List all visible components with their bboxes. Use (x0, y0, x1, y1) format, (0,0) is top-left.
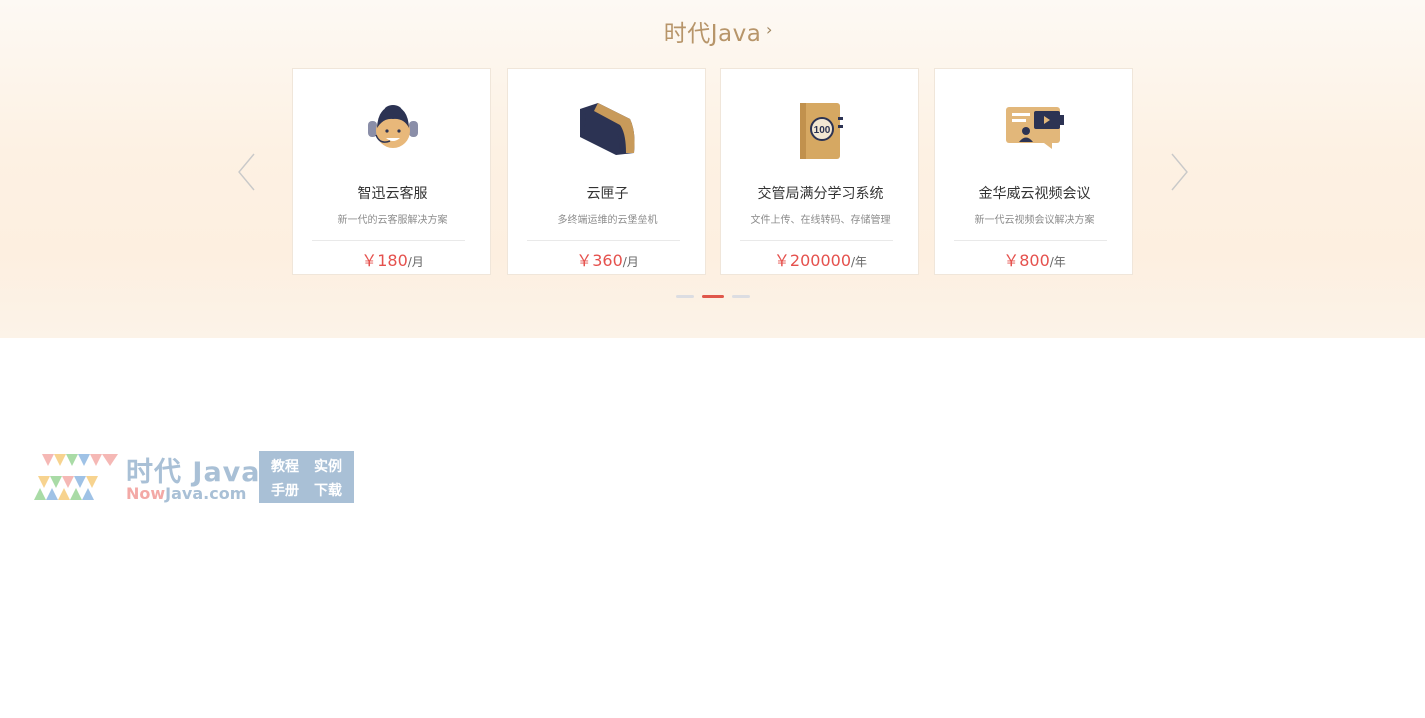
site-watermark: 时代 Java NowJava.com 教程 实例 手册 下载 (30, 451, 360, 504)
watermark-domain: NowJava.com (126, 484, 246, 503)
card-divider (740, 240, 893, 241)
carousel-next-button[interactable] (1168, 152, 1190, 192)
watermark-tag: 教程 (271, 459, 299, 475)
svg-text:100: 100 (813, 125, 830, 136)
video-conference-icon (935, 101, 1134, 163)
carousel-prev-button[interactable] (236, 152, 258, 192)
product-desc: 新一代的云客服解决方案 (337, 215, 448, 226)
card-divider (954, 240, 1107, 241)
watermark-tag: 实例 (314, 459, 342, 475)
price-unit: /年 (851, 255, 868, 269)
price-unit: /月 (407, 255, 424, 269)
price-unit: /年 (1049, 255, 1066, 269)
product-name[interactable]: 智迅云客服 (293, 183, 492, 203)
price-amount: ￥200000 (773, 251, 852, 270)
product-price: ￥800/年 (935, 247, 1134, 271)
carousel-pagination (0, 295, 1425, 298)
price-amount: ￥180 (361, 251, 408, 270)
price-unit: /月 (622, 255, 639, 269)
product-desc: 文件上传、在线转码、存储管理 (750, 215, 891, 226)
chevron-right-small-icon[interactable]: › (766, 20, 773, 39)
chevron-right-icon (1171, 153, 1188, 191)
watermark-domain-rest: Java.com (165, 484, 247, 503)
score-book-icon: 100 (721, 101, 920, 163)
chevron-left-icon (238, 153, 255, 191)
product-banner: 时代Java › 智迅云客服 新一代的云客服解决方案 ￥180/月 云匣子 多终… (0, 0, 1425, 338)
price-amount: ￥360 (576, 251, 623, 270)
product-card[interactable]: 金华威云视频会议 新一代云视频会议解决方案 ￥800/年 (934, 68, 1133, 275)
cloud-box-icon (508, 101, 707, 163)
product-card[interactable]: 云匣子 多终端运维的云堡垒机 ￥360/月 (507, 68, 706, 275)
section-title[interactable]: 时代Java › (0, 14, 1425, 48)
product-card[interactable]: 智迅云客服 新一代的云客服解决方案 ￥180/月 (292, 68, 491, 275)
product-name[interactable]: 云匣子 (508, 183, 707, 203)
watermark-tag: 下载 (314, 483, 342, 499)
price-amount: ￥800 (1003, 251, 1050, 270)
pagination-dot[interactable] (731, 295, 750, 298)
card-divider (312, 240, 465, 241)
pagination-dot-active[interactable] (701, 295, 724, 298)
product-desc: 新一代云视频会议解决方案 (974, 215, 1095, 226)
triangle-logo-icon (34, 454, 118, 500)
product-name[interactable]: 交管局满分学习系统 (721, 183, 920, 203)
product-price: ￥180/月 (293, 247, 492, 271)
product-price: ￥360/月 (508, 247, 707, 271)
section-title-text[interactable]: 时代Java (664, 14, 762, 48)
watermark-domain-prefix: Now (126, 484, 166, 503)
customer-service-agent-icon (293, 101, 492, 163)
watermark-tag: 手册 (271, 483, 299, 499)
pagination-dot[interactable] (675, 295, 694, 298)
product-price: ￥200000/年 (721, 247, 920, 271)
watermark-tag-box: 教程 实例 手册 下载 (259, 451, 354, 503)
product-name[interactable]: 金华威云视频会议 (935, 183, 1134, 203)
card-divider (527, 240, 680, 241)
product-desc: 多终端运维的云堡垒机 (557, 215, 658, 226)
product-card[interactable]: 100 交管局满分学习系统 文件上传、在线转码、存储管理 ￥200000/年 (720, 68, 919, 275)
